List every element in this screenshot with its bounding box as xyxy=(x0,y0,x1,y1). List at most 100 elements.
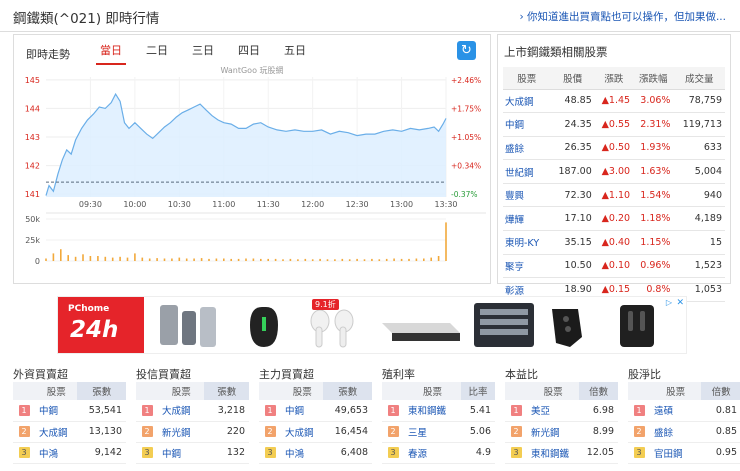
ranking-row[interactable]: 3 官田鋼 0.95 xyxy=(628,442,740,464)
ranking-stock-name[interactable]: 遠碩 xyxy=(650,400,702,422)
car-key-icon[interactable] xyxy=(552,309,582,347)
ranking-stock-name[interactable]: 東和鋼鐵 xyxy=(404,400,461,422)
related-stock-name[interactable]: 盛餘 xyxy=(503,136,551,161)
ranking-stock-name[interactable]: 中鴻 xyxy=(281,442,324,464)
related-row[interactable]: 大成鋼 48.85 ▲1.45 3.06% 78,759 xyxy=(503,89,725,114)
ranking-stock-name[interactable]: 東和鋼鐵 xyxy=(527,442,580,464)
ranking-col-rank xyxy=(505,382,527,400)
ranking-title[interactable]: 投信買賣超 xyxy=(136,366,249,382)
ranking-row[interactable]: 3 中鴻 9,142 xyxy=(13,442,126,464)
related-stock-name[interactable]: 中鋼 xyxy=(503,112,551,137)
ranking-stock-name[interactable]: 中鴻 xyxy=(35,442,78,464)
related-row[interactable]: 豐興 72.30 ▲1.10 1.54% 940 xyxy=(503,183,725,208)
gaming-mouse-icon[interactable] xyxy=(250,307,278,347)
volume-bar xyxy=(134,253,136,261)
ranking-rank: 2 xyxy=(628,421,650,443)
related-row[interactable]: 燁輝 17.10 ▲0.20 1.18% 4,189 xyxy=(503,206,725,232)
tab-day2[interactable]: 二日 xyxy=(142,42,172,65)
ranking-stock-name[interactable]: 大成鋼 xyxy=(158,400,205,422)
related-price: 187.00 xyxy=(550,159,595,184)
related-stock-name[interactable]: 大成鋼 xyxy=(503,89,551,114)
volume-bar xyxy=(156,258,158,261)
ranking-title[interactable]: 外資買賣超 xyxy=(13,366,126,382)
ad-logo-top: PChome xyxy=(68,304,110,314)
ranking-stock-name[interactable]: 新光鋼 xyxy=(158,421,205,443)
ad-banner[interactable]: PChome 24h 9.1折 ▷ ✕ xyxy=(57,296,687,354)
ranking-table: 股票 比率 1 東和鋼鐵 5.41 2 三星 5.06 3 春源 4.9 xyxy=(382,382,495,464)
related-stock-name[interactable]: 豐興 xyxy=(503,183,551,208)
chart-label: 即時走勢 xyxy=(26,47,70,61)
refresh-button[interactable]: ↻ xyxy=(457,41,476,60)
ranking-row[interactable]: 2 新光鋼 220 xyxy=(136,421,249,443)
ranking-title[interactable]: 殖利率 xyxy=(382,366,495,382)
close-icon[interactable]: ✕ xyxy=(676,298,684,308)
router-box-icon[interactable] xyxy=(382,323,460,341)
ranking-col-value: 張數 xyxy=(323,382,372,400)
ranking-title[interactable]: 本益比 xyxy=(505,366,618,382)
ranking-rank: 1 xyxy=(628,400,650,422)
volume-bar xyxy=(67,255,69,261)
tab-day1[interactable]: 當日 xyxy=(96,42,126,65)
tab-day4[interactable]: 四日 xyxy=(234,42,264,65)
ranking-stock-name[interactable]: 中鋼 xyxy=(158,442,205,464)
ranking-stock-name[interactable]: 大成鋼 xyxy=(35,421,78,443)
ranking-row[interactable]: 1 大成鋼 3,218 xyxy=(136,400,249,422)
ranking-stock-name[interactable]: 官田鋼 xyxy=(650,442,702,464)
volume-tick-label: 50k xyxy=(25,215,40,224)
tool-kit-icon[interactable] xyxy=(474,303,534,347)
ranking-row[interactable]: 1 遠碩 0.81 xyxy=(628,400,740,422)
tab-day5[interactable]: 五日 xyxy=(280,42,310,65)
related-stock-name[interactable]: 聚亨 xyxy=(503,254,551,279)
ranking-row[interactable]: 1 東和鋼鐵 5.41 xyxy=(382,400,495,422)
ranking-row[interactable]: 3 中鴻 6,408 xyxy=(259,442,372,464)
ranking-header-row: 股票 張數 xyxy=(13,382,126,400)
related-row[interactable]: 聚亨 10.50 ▲0.10 0.96% 1,523 xyxy=(503,254,725,279)
ranking-title[interactable]: 股淨比 xyxy=(628,366,740,382)
pct-tick-label: +0.34% xyxy=(451,162,481,171)
microphone-kit-icon[interactable] xyxy=(620,305,654,347)
earbuds-icon[interactable] xyxy=(310,309,354,348)
ranking-row[interactable]: 1 中鋼 49,653 xyxy=(259,400,372,422)
ranking-row[interactable]: 2 盛餘 0.85 xyxy=(628,421,740,443)
adchoices-icon[interactable]: ▷ xyxy=(666,298,672,307)
ranking-stock-name[interactable]: 大成鋼 xyxy=(281,421,324,443)
ranking-stock-name[interactable]: 三星 xyxy=(404,421,461,443)
ranking-row[interactable]: 1 美亞 6.98 xyxy=(505,400,618,422)
ranking-stock-name[interactable]: 中鋼 xyxy=(281,400,324,422)
ranking-title[interactable]: 主力買賣超 xyxy=(259,366,372,382)
ranking-row[interactable]: 2 大成鋼 16,454 xyxy=(259,421,372,443)
ranking-row[interactable]: 3 中鋼 132 xyxy=(136,442,249,464)
related-row[interactable]: 東明-KY 35.15 ▲0.40 1.15% 15 xyxy=(503,230,725,255)
ranking-stock-name[interactable]: 新光鋼 xyxy=(527,421,580,443)
ranking-table: 股票 倍數 1 美亞 6.98 2 新光鋼 8.99 3 東和鋼鐵 12.05 xyxy=(505,382,618,464)
ranking-value: 5.41 xyxy=(460,400,495,422)
ad-logo[interactable]: PChome 24h xyxy=(58,297,144,353)
related-stock-name[interactable]: 東明-KY xyxy=(503,230,551,255)
ranking-row[interactable]: 2 三星 5.06 xyxy=(382,421,495,443)
price-tick-label: 145 xyxy=(25,76,40,85)
ranking-row[interactable]: 2 大成鋼 13,130 xyxy=(13,421,126,443)
ranking-block: 投信買賣超 股票 張數 1 大成鋼 3,218 2 新光鋼 220 3 中鋼 132 xyxy=(136,366,249,464)
ranking-rank: 1 xyxy=(259,400,281,422)
ranking-col-rank xyxy=(259,382,281,400)
related-row[interactable]: 中鋼 24.35 ▲0.55 2.31% 119,713 xyxy=(503,112,725,137)
ranking-row[interactable]: 2 新光鋼 8.99 xyxy=(505,421,618,443)
volume-bar xyxy=(126,257,129,261)
ranking-stock-name[interactable]: 盛餘 xyxy=(650,421,702,443)
hint-link[interactable]: › 你知道進出買賣點也可以操作，但加果做... xyxy=(519,9,726,24)
ranking-stock-name[interactable]: 春源 xyxy=(404,442,461,464)
ranking-stock-name[interactable]: 中鋼 xyxy=(35,400,78,422)
ranking-row[interactable]: 3 春源 4.9 xyxy=(382,442,495,464)
ranking-rank: 2 xyxy=(259,421,281,443)
ranking-row[interactable]: 3 東和鋼鐵 12.05 xyxy=(505,442,618,464)
related-stock-name[interactable]: 燁輝 xyxy=(503,206,551,232)
rank-badge: 3 xyxy=(387,447,399,458)
tab-day3[interactable]: 三日 xyxy=(188,42,218,65)
ranking-row[interactable]: 1 中鋼 53,541 xyxy=(13,400,126,422)
usb-hub-icon[interactable] xyxy=(160,305,216,347)
ranking-stock-name[interactable]: 美亞 xyxy=(527,400,580,422)
related-row[interactable]: 盛餘 26.35 ▲0.50 1.93% 633 xyxy=(503,136,725,161)
related-stock-name[interactable]: 世紀鋼 xyxy=(503,159,551,184)
related-table: 股票 股價 漲跌 漲跌幅 成交量 大成鋼 48.85 ▲1.45 3.06% 78,75… xyxy=(503,67,725,302)
related-row[interactable]: 世紀鋼 187.00 ▲3.00 1.63% 5,004 xyxy=(503,159,725,184)
